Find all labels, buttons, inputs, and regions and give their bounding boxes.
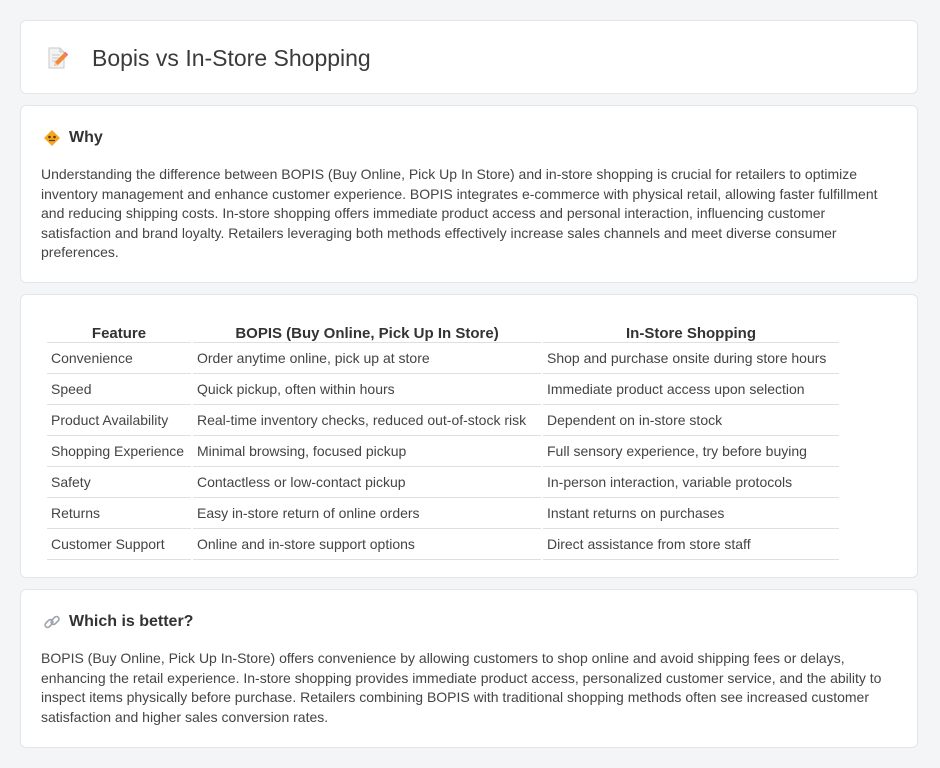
bopis-cell: Order anytime online, pick up at store <box>193 343 541 374</box>
table-row: Safety Contactless or low-contact pickup… <box>47 467 839 498</box>
table-row: Convenience Order anytime online, pick u… <box>47 343 839 374</box>
title-card: Bopis vs In-Store Shopping <box>20 20 918 94</box>
bopis-cell: Minimal browsing, focused pickup <box>193 436 541 467</box>
warning-diamond-icon <box>43 129 61 147</box>
bopis-cell: Contactless or low-contact pickup <box>193 467 541 498</box>
why-text: Understanding the difference between BOP… <box>41 166 878 260</box>
bopis-cell: Easy in-store return of online orders <box>193 498 541 529</box>
why-card: Why Understanding the difference between… <box>20 105 918 283</box>
table-row: Customer Support Online and in-store sup… <box>47 529 839 560</box>
document-pencil-icon <box>45 46 69 70</box>
instore-cell: Shop and purchase onsite during store ho… <box>543 343 839 374</box>
feature-cell: Customer Support <box>47 529 191 560</box>
instore-cell: Full sensory experience, try before buyi… <box>543 436 839 467</box>
feature-cell: Safety <box>47 467 191 498</box>
comparison-card: Feature BOPIS (Buy Online, Pick Up In St… <box>20 294 918 578</box>
bopis-cell: Real-time inventory checks, reduced out-… <box>193 405 541 436</box>
instore-cell: Dependent on in-store stock <box>543 405 839 436</box>
feature-cell: Convenience <box>47 343 191 374</box>
header-instore: In-Store Shopping <box>543 315 839 343</box>
feature-cell: Speed <box>47 374 191 405</box>
table-header-row: Feature BOPIS (Buy Online, Pick Up In St… <box>47 315 839 343</box>
table-row: Speed Quick pickup, often within hours I… <box>47 374 839 405</box>
header-bopis: BOPIS (Buy Online, Pick Up In Store) <box>193 315 541 343</box>
better-text: BOPIS (Buy Online, Pick Up In-Store) off… <box>41 650 882 725</box>
header-feature: Feature <box>47 315 191 343</box>
feature-cell: Product Availability <box>47 405 191 436</box>
page-title: Bopis vs In-Store Shopping <box>92 44 371 71</box>
why-title: Why <box>69 129 103 146</box>
instore-cell: Direct assistance from store staff <box>543 529 839 560</box>
instore-cell: In-person interaction, variable protocol… <box>543 467 839 498</box>
table-row: Product Availability Real-time inventory… <box>47 405 839 436</box>
better-heading: Which is better? <box>43 610 193 634</box>
table-row: Shopping Experience Minimal browsing, fo… <box>47 436 839 467</box>
instore-cell: Immediate product access upon selection <box>543 374 839 405</box>
feature-cell: Returns <box>47 498 191 529</box>
better-title: Which is better? <box>69 613 194 630</box>
instore-cell: Instant returns on purchases <box>543 498 839 529</box>
title-row: Bopis vs In-Store Shopping <box>45 21 371 95</box>
bopis-cell: Quick pickup, often within hours <box>193 374 541 405</box>
which-better-card: Which is better? BOPIS (Buy Online, Pick… <box>20 589 918 748</box>
feature-cell: Shopping Experience <box>47 436 191 467</box>
table-row: Returns Easy in-store return of online o… <box>47 498 839 529</box>
bopis-cell: Online and in-store support options <box>193 529 541 560</box>
link-icon <box>43 613 61 631</box>
comparison-table: Feature BOPIS (Buy Online, Pick Up In St… <box>45 315 841 560</box>
why-heading: Why <box>43 126 103 150</box>
